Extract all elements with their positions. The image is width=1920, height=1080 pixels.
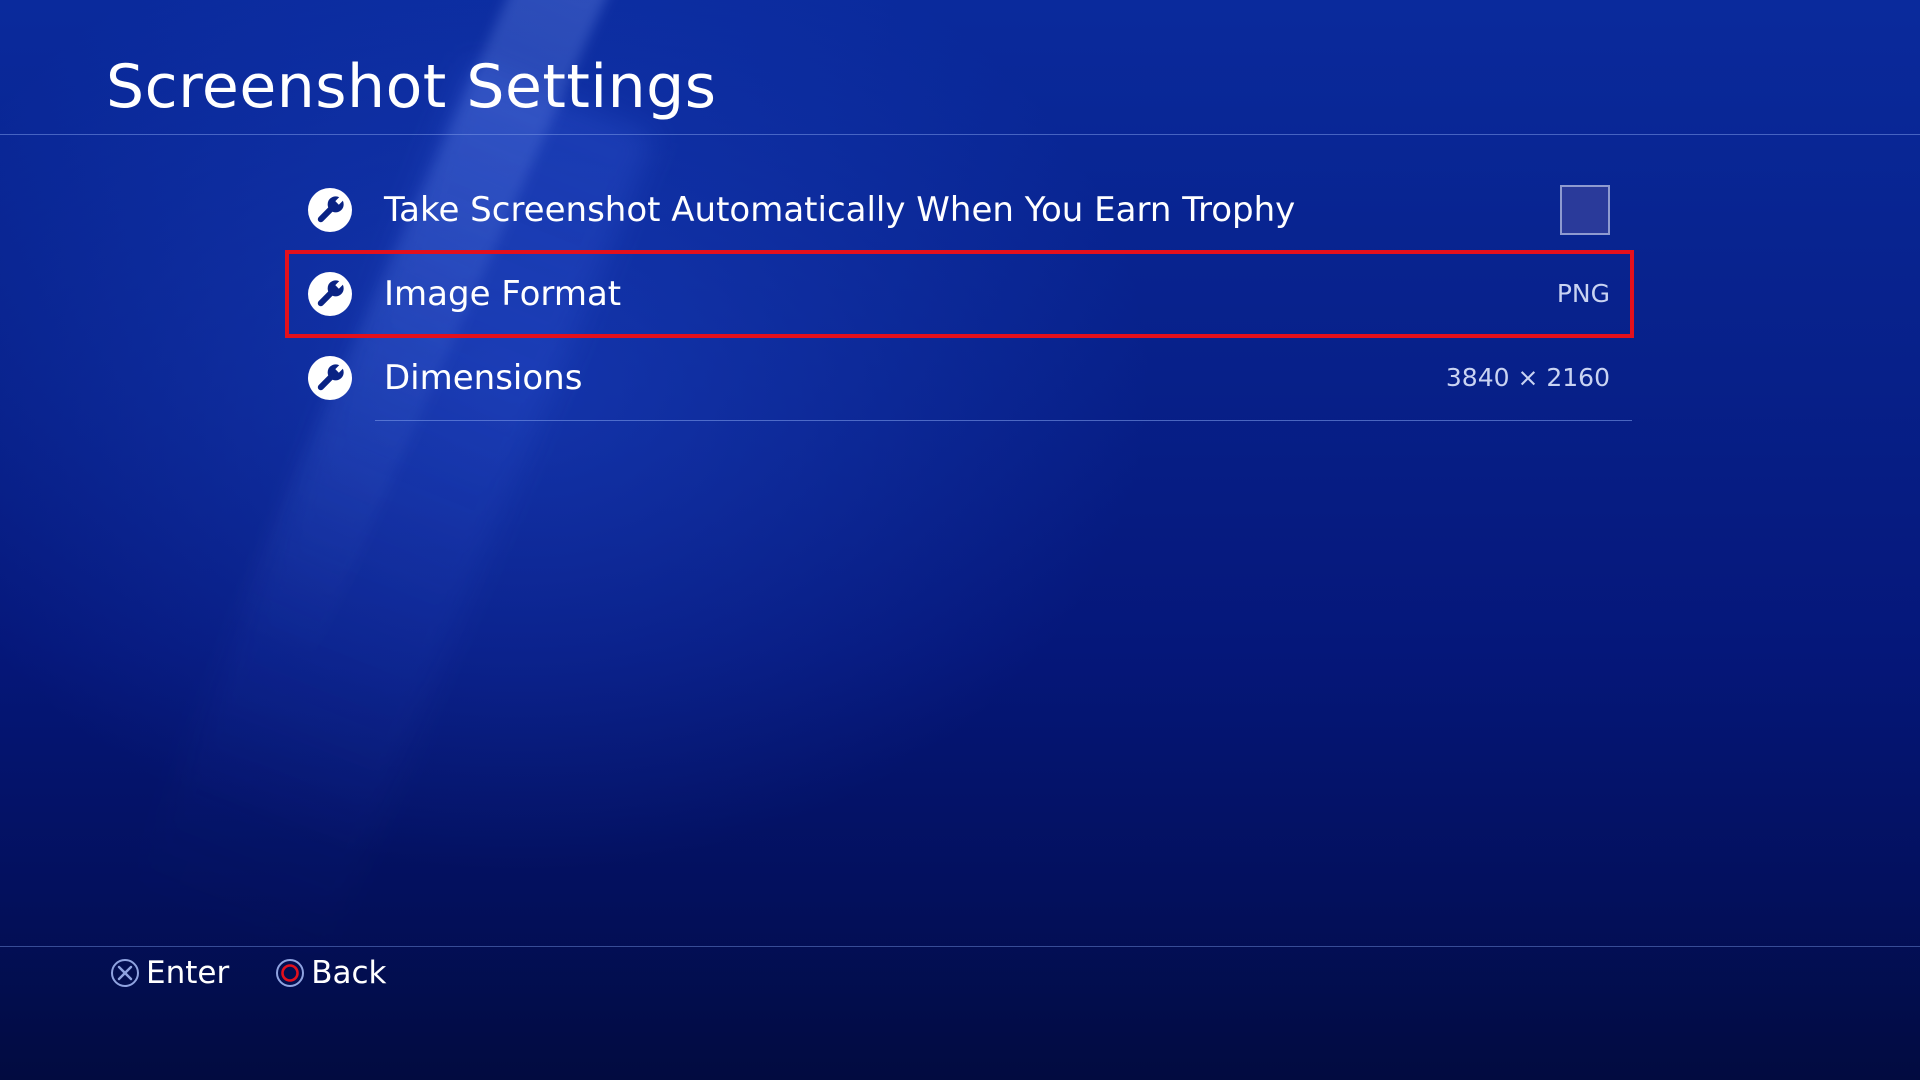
setting-row-dimensions[interactable]: Dimensions 3840 × 2160 [287, 336, 1632, 420]
header-divider [0, 134, 1920, 135]
enter-label: Enter [146, 955, 230, 991]
setting-label: Take Screenshot Automatically When You E… [384, 190, 1296, 230]
dimensions-value: 3840 × 2160 [1445, 363, 1610, 392]
settings-list: Take Screenshot Automatically When You E… [285, 168, 1634, 420]
cross-button-icon [111, 959, 139, 987]
footer-divider [0, 946, 1920, 947]
setting-label: Image Format [384, 274, 622, 314]
wrench-icon [308, 188, 352, 232]
page-title: Screenshot Settings [106, 52, 717, 122]
setting-row-image-format[interactable]: Image Format PNG [285, 250, 1634, 338]
circle-button-icon [276, 959, 305, 987]
button-hints: Enter Back [110, 952, 432, 994]
back-hint[interactable]: Back [275, 955, 386, 991]
enter-hint[interactable]: Enter [110, 955, 229, 991]
list-divider [375, 420, 1632, 421]
back-label: Back [311, 955, 387, 991]
setting-label: Dimensions [384, 358, 583, 398]
image-format-value: PNG [1556, 279, 1610, 308]
wrench-icon [308, 272, 352, 316]
wrench-icon [308, 356, 352, 400]
setting-row-auto-screenshot-trophy[interactable]: Take Screenshot Automatically When You E… [287, 168, 1632, 252]
auto-screenshot-checkbox[interactable] [1560, 185, 1610, 235]
